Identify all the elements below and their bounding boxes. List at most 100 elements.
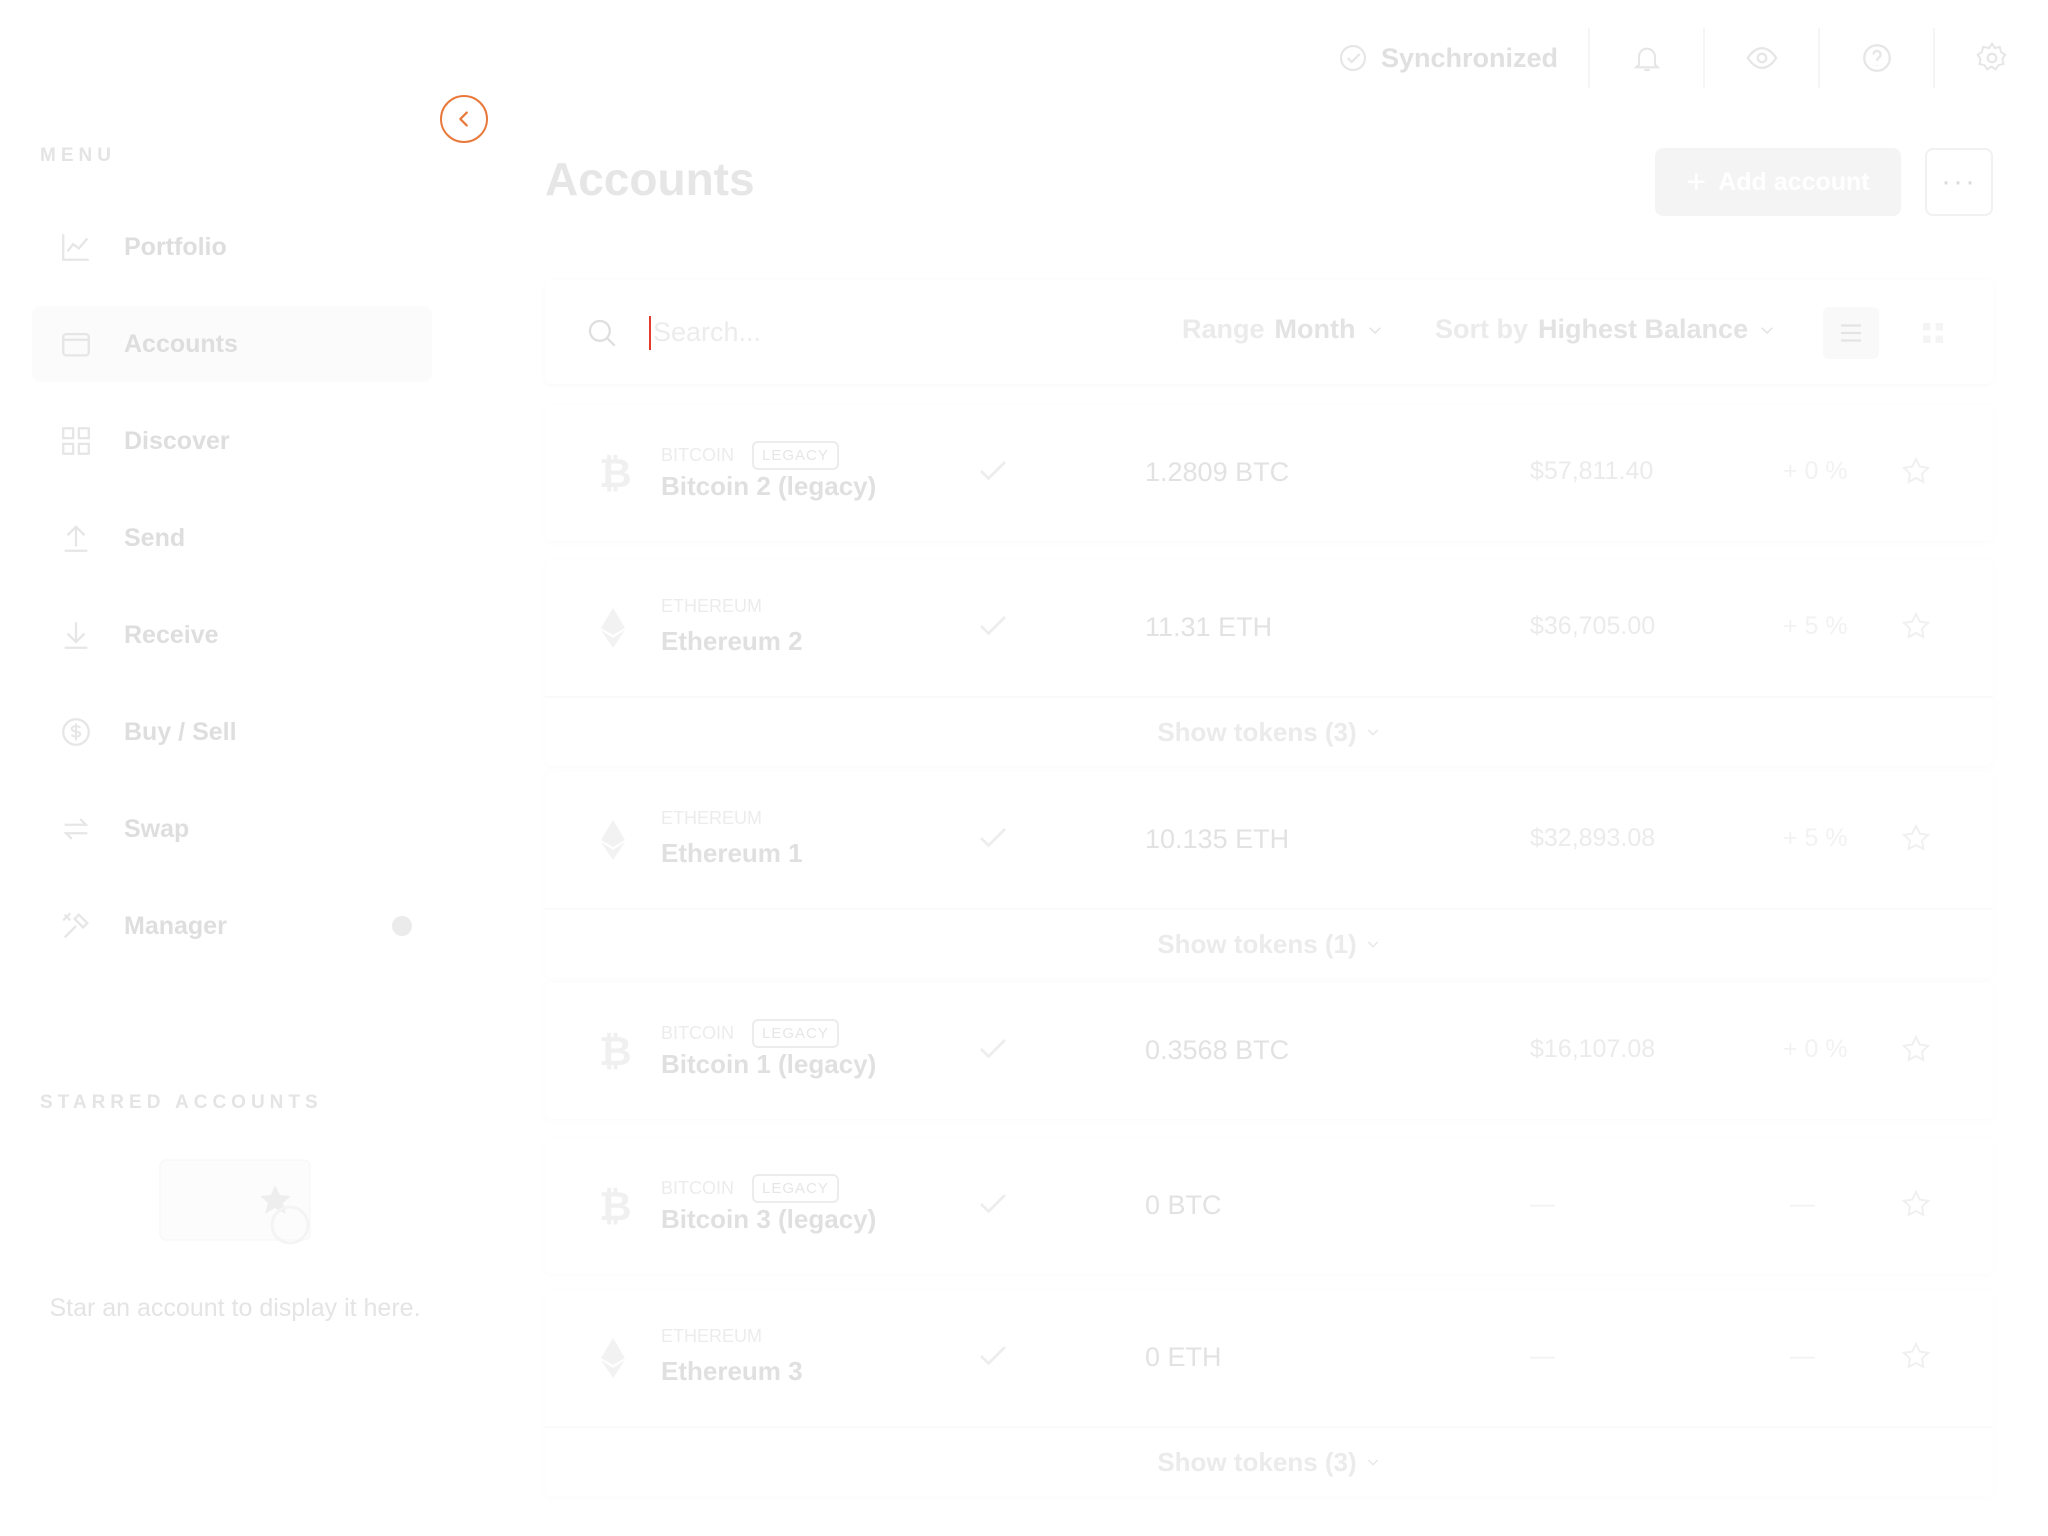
account-balance: 11.31 ETH	[1145, 612, 1273, 642]
sort-dropdown[interactable]: Sort by Highest Balance	[1435, 314, 1776, 345]
star-icon[interactable]	[1900, 1340, 1932, 1372]
account-card[interactable]: ₿ BITCOIN LEGACY Bitcoin 1 (legacy) 0.356…	[545, 983, 1993, 1119]
sidebar-item-portfolio[interactable]: Portfolio	[32, 209, 432, 285]
sidebar-item-send[interactable]: Send	[32, 500, 432, 576]
wallet-icon	[58, 326, 94, 362]
sidebar-item-label: Manager	[124, 911, 227, 940]
currency-label: ETHEREUM	[661, 1326, 762, 1347]
star-icon[interactable]	[1900, 455, 1932, 487]
collapse-sidebar-button[interactable]	[440, 95, 488, 143]
account-card[interactable]: ETHEREUM Ethereum 1 10.135 ETH $32,893.0…	[545, 772, 1993, 978]
account-card[interactable]: ETHEREUM Ethereum 3 0 ETH — — Show token…	[545, 1290, 1993, 1496]
sidebar-item-buy-sell[interactable]: Buy / Sell	[32, 694, 432, 770]
account-card[interactable]: ₿ BITCOIN LEGACY Bitcoin 3 (legacy) 0 BTC…	[545, 1138, 1993, 1274]
account-name: Bitcoin 3 (legacy)	[661, 1204, 877, 1234]
check-icon	[980, 616, 1006, 636]
currency-label: BITCOIN LEGACY	[661, 1019, 839, 1048]
account-row[interactable]: ETHEREUM Ethereum 3 0 ETH — —	[545, 1290, 1993, 1426]
check-icon	[980, 461, 1006, 481]
search-icon	[588, 319, 616, 347]
sidebar-item-discover[interactable]: Discover	[32, 403, 432, 479]
sidebar-item-manager[interactable]: Manager	[32, 888, 432, 964]
ethereum-icon	[601, 1338, 625, 1378]
list-icon	[1841, 324, 1861, 342]
sidebar-item-swap[interactable]: Swap	[32, 791, 432, 867]
svg-text:₿: ₿	[599, 451, 632, 497]
star-illustration	[140, 1150, 330, 1260]
currency-name: ETHEREUM	[661, 808, 763, 828]
account-row[interactable]: ₿ BITCOIN LEGACY Bitcoin 2 (legacy) 1.280…	[545, 405, 1993, 541]
arrow-up-icon	[58, 520, 94, 556]
star-icon[interactable]	[1900, 1188, 1932, 1220]
star-icon[interactable]	[1900, 822, 1932, 854]
account-name: Bitcoin 2 (legacy)	[661, 471, 877, 501]
text-caret	[649, 316, 651, 350]
list-view-button[interactable]	[1823, 307, 1879, 359]
check-icon	[980, 1346, 1006, 1366]
range-dropdown[interactable]: Range Month	[1182, 314, 1384, 345]
toggle-visibility-button[interactable]	[1703, 28, 1818, 88]
currency-label: BITCOIN LEGACY	[661, 441, 839, 470]
account-balance: 0.3568 BTC	[1145, 1035, 1290, 1065]
swap-icon	[58, 811, 94, 847]
sync-status[interactable]: Synchronized	[1337, 42, 1558, 74]
settings-button[interactable]	[1933, 28, 2048, 88]
sort-label: Sort by	[1435, 314, 1529, 344]
starred-accounts-title: STARRED ACCOUNTS	[40, 1092, 323, 1113]
page-title: Accounts	[545, 153, 755, 205]
account-row[interactable]: ETHEREUM Ethereum 1 10.135 ETH $32,893.0…	[545, 772, 1993, 908]
tools-icon	[58, 908, 94, 944]
account-change: —	[1790, 1190, 1815, 1218]
chevron-down-icon	[1368, 326, 1381, 334]
sidebar-item-label: Send	[124, 523, 186, 552]
account-row[interactable]: ETHEREUM Ethereum 2 11.31 ETH $36,705.00…	[545, 560, 1993, 696]
check-icon	[980, 828, 1006, 848]
star-icon[interactable]	[1900, 1033, 1932, 1065]
svg-text:₿: ₿	[599, 1029, 632, 1075]
sidebar-item-label: Receive	[124, 620, 219, 649]
arrow-down-icon	[58, 617, 94, 653]
show-tokens-button[interactable]: Show tokens (3)	[545, 1426, 1993, 1496]
check-icon	[980, 1039, 1006, 1059]
show-tokens-button[interactable]: Show tokens (1)	[545, 908, 1993, 978]
bitcoin-icon: ₿	[599, 1184, 632, 1230]
star-icon[interactable]	[1900, 610, 1932, 642]
sidebar-item-label: Accounts	[124, 329, 238, 358]
account-fiat-value: —	[1530, 1342, 1555, 1370]
top-bar: Synchronized	[1337, 28, 2048, 88]
plus-icon: +	[1686, 162, 1707, 201]
currency-name: BITCOIN	[661, 1023, 735, 1043]
notifications-button[interactable]	[1588, 28, 1703, 88]
grid-view-button[interactable]	[1905, 307, 1961, 359]
help-icon	[1862, 44, 1891, 72]
account-fiat-value: —	[1530, 1190, 1555, 1218]
account-row[interactable]: ₿ BITCOIN LEGACY Bitcoin 1 (legacy) 0.356…	[545, 983, 1993, 1119]
show-tokens-button[interactable]: Show tokens (3)	[545, 696, 1993, 766]
add-account-button[interactable]: + Add account	[1655, 148, 1901, 216]
svg-text:₿: ₿	[599, 1184, 632, 1230]
account-card[interactable]: ETHEREUM Ethereum 2 11.31 ETH $36,705.00…	[545, 560, 1993, 766]
account-name: Bitcoin 1 (legacy)	[661, 1049, 877, 1079]
gear-icon	[1975, 42, 2007, 71]
sync-label: Synchronized	[1380, 42, 1558, 73]
sidebar-item-receive[interactable]: Receive	[32, 597, 432, 673]
account-row[interactable]: ₿ BITCOIN LEGACY Bitcoin 3 (legacy) 0 BTC…	[545, 1138, 1993, 1274]
sort-value: Highest Balance	[1538, 314, 1749, 344]
currency-label: ETHEREUM	[661, 596, 762, 617]
search-input[interactable]	[653, 310, 1073, 354]
bitcoin-icon: ₿	[599, 451, 632, 497]
chevron-down-icon	[1367, 729, 1378, 736]
eye-icon	[1746, 46, 1777, 70]
sidebar-item-label: Discover	[124, 426, 230, 455]
chevron-down-icon	[1761, 326, 1773, 334]
chart-line-icon	[58, 229, 94, 265]
sidebar-item-label: Portfolio	[124, 232, 227, 261]
more-options-button[interactable]: ···	[1925, 148, 1993, 216]
account-fiat-value: $57,811.40	[1530, 457, 1654, 485]
ethereum-icon	[601, 820, 625, 860]
account-name: Ethereum 1	[661, 838, 803, 868]
sidebar-item-accounts[interactable]: Accounts	[32, 306, 432, 382]
chevron-down-icon	[1367, 941, 1378, 948]
help-button[interactable]	[1818, 28, 1933, 88]
account-card[interactable]: ₿ BITCOIN LEGACY Bitcoin 2 (legacy) 1.280…	[545, 405, 1993, 541]
